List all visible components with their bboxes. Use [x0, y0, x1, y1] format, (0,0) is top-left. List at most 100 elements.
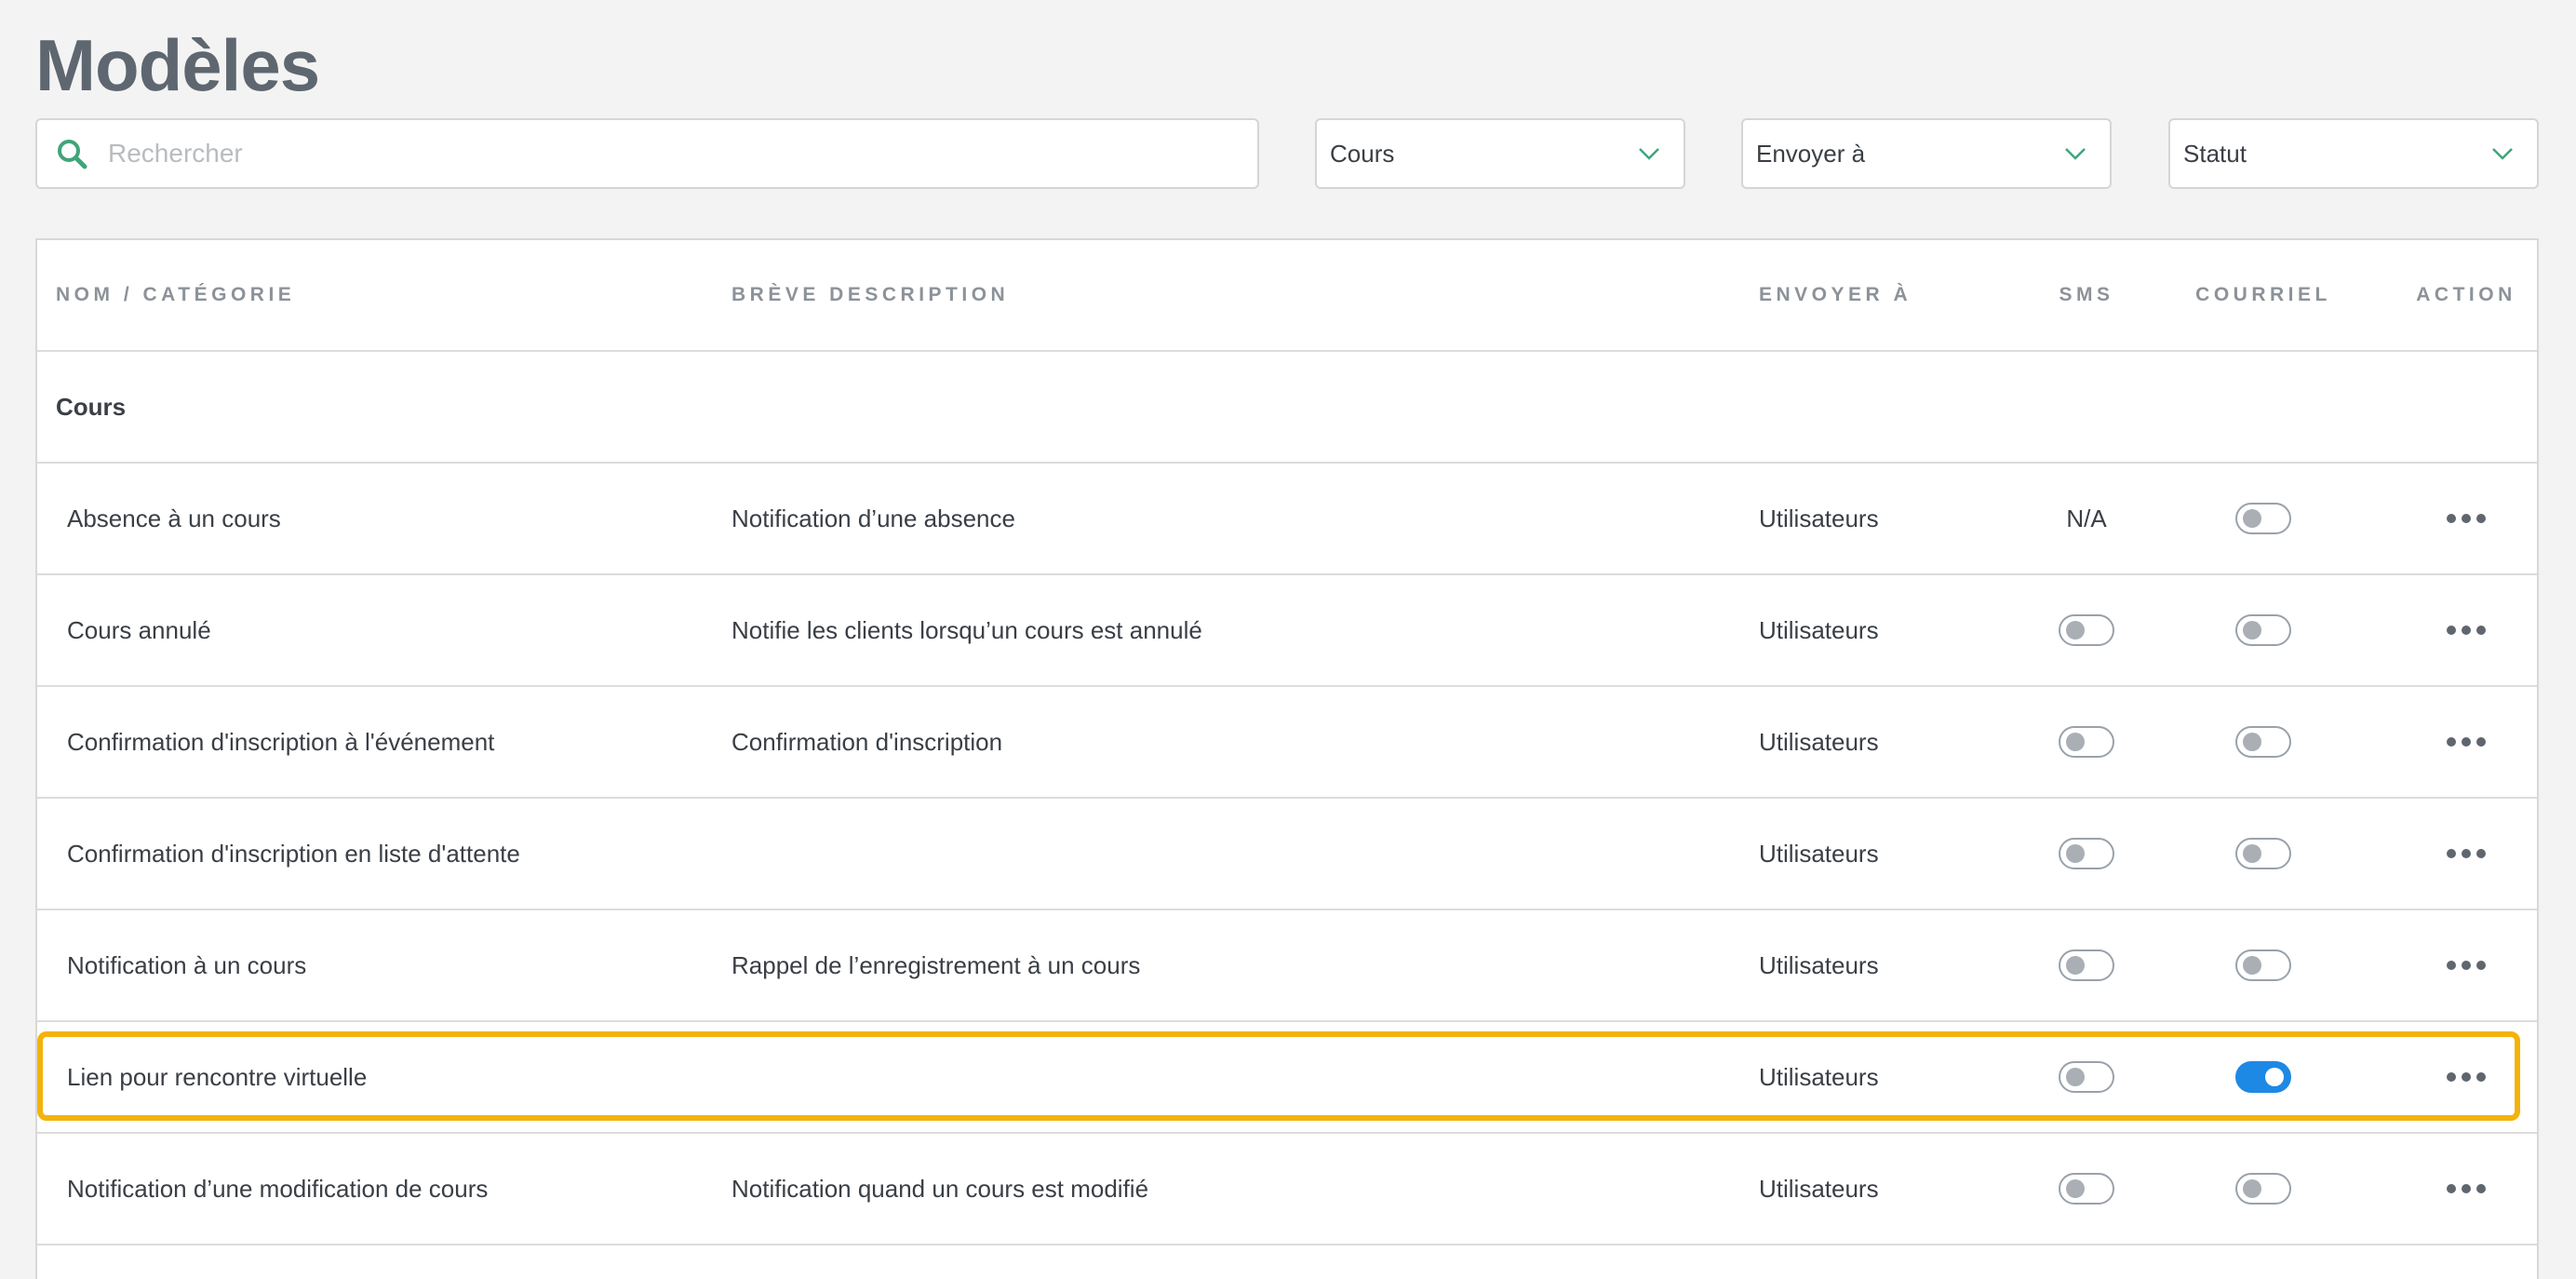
row-sms [2019, 799, 2153, 909]
row-description: Rappel de l’enregistrement à un cours [731, 950, 1141, 979]
table-row[interactable]: Notification d’une modification de cours… [37, 1134, 2537, 1245]
header-send-to[interactable]: ENVOYER À [1759, 240, 1912, 350]
dot [2476, 1184, 2486, 1193]
row-name[interactable]: Notification d’une modification de cours [67, 1134, 488, 1244]
table-row[interactable]: Lien pour rencontre virtuelle Utilisateur… [37, 1022, 2537, 1134]
dot [2447, 737, 2456, 747]
toggle-knob [2243, 956, 2261, 975]
email-toggle[interactable] [2235, 1061, 2291, 1093]
search-icon [56, 138, 87, 169]
row-action [2392, 464, 2541, 573]
row-description: Confirmation d'inscription [731, 727, 1003, 756]
more-options-icon[interactable] [2439, 841, 2493, 866]
status-select[interactable]: Statut [2168, 118, 2539, 189]
row-sms [2019, 575, 2153, 685]
email-toggle[interactable] [2235, 1173, 2291, 1205]
row-send-to: Utilisateurs [1759, 839, 1879, 868]
row-send-to: Utilisateurs [1759, 727, 1879, 756]
dot [2462, 849, 2471, 858]
dot [2476, 1072, 2486, 1082]
row-description: Notification quand un cours est modifié [731, 1174, 1149, 1203]
templates-table: NOM / CATÉGORIE BRÈVE DESCRIPTION ENVOYE… [35, 238, 2539, 1279]
dot [2476, 737, 2486, 747]
row-sms [2019, 910, 2153, 1020]
row-action [2392, 910, 2541, 1020]
header-description[interactable]: BRÈVE DESCRIPTION [731, 240, 1009, 350]
search-box[interactable] [35, 118, 1259, 189]
toggle-knob [2243, 621, 2261, 640]
row-action [2392, 1134, 2541, 1244]
row-name[interactable]: Confirmation d'inscription à l'événement [67, 687, 494, 797]
category-row: Cours [37, 352, 2537, 464]
chevron-down-icon [2490, 146, 2515, 161]
more-options-icon[interactable] [2439, 953, 2493, 977]
row-action [2392, 799, 2541, 909]
row-send-to: Utilisateurs [1759, 504, 1879, 532]
more-options-icon[interactable] [2439, 506, 2493, 531]
table-row[interactable]: Cours annulé Notifie les clients lorsqu’u… [37, 575, 2537, 687]
dot [2447, 961, 2456, 970]
dot [2462, 626, 2471, 635]
table-row[interactable]: Confirmation d'inscription à l'événement… [37, 687, 2537, 799]
more-options-icon[interactable] [2439, 1177, 2493, 1201]
search-input[interactable] [108, 126, 1225, 182]
row-name[interactable]: Absence à un cours [67, 464, 281, 573]
header-name[interactable]: NOM / CATÉGORIE [56, 240, 295, 350]
table-header: NOM / CATÉGORIE BRÈVE DESCRIPTION ENVOYE… [37, 240, 2537, 352]
row-name[interactable]: Lien pour rencontre virtuelle [67, 1022, 367, 1132]
more-options-icon[interactable] [2439, 1065, 2493, 1089]
more-options-icon[interactable] [2439, 730, 2493, 754]
status-select-value: Statut [2183, 139, 2247, 168]
category-label: Cours [56, 392, 127, 421]
email-toggle[interactable] [2235, 726, 2291, 758]
sms-toggle[interactable] [2059, 1173, 2114, 1205]
row-description: Notification d’une absence [731, 504, 1015, 532]
toggle-knob [2066, 733, 2085, 751]
dot [2447, 849, 2456, 858]
row-sms [2019, 1134, 2153, 1244]
toggle-knob [2243, 844, 2261, 863]
table-row[interactable]: Absence à un cours Notification d’une abs… [37, 464, 2537, 575]
table-row[interactable]: Confirmation d'inscription en liste d'at… [37, 799, 2537, 910]
sms-toggle[interactable] [2059, 1061, 2114, 1093]
row-sms: N/A [2019, 464, 2153, 573]
chevron-down-icon [1637, 146, 1661, 161]
toggle-knob [2265, 1068, 2284, 1086]
more-options-icon[interactable] [2439, 618, 2493, 642]
sms-toggle[interactable] [2059, 838, 2114, 869]
dot [2447, 1184, 2456, 1193]
email-toggle[interactable] [2235, 503, 2291, 534]
toggle-knob [2066, 621, 2085, 640]
send-to-select[interactable]: Envoyer à [1741, 118, 2112, 189]
header-action: ACTION [2416, 284, 2516, 305]
header-email[interactable]: COURRIEL [2195, 240, 2330, 350]
row-email [2196, 1134, 2330, 1244]
row-sms [2019, 1022, 2153, 1132]
table-row[interactable]: Notification à un cours Rappel de l’enreg… [37, 910, 2537, 1022]
category-select[interactable]: Cours [1315, 118, 1685, 189]
dot [2462, 514, 2471, 523]
email-toggle[interactable] [2235, 614, 2291, 646]
row-email [2196, 464, 2330, 573]
dot [2476, 514, 2486, 523]
sms-toggle[interactable] [2059, 614, 2114, 646]
email-toggle[interactable] [2235, 949, 2291, 981]
row-name[interactable]: Notification à un cours [67, 910, 306, 1020]
sms-toggle[interactable] [2059, 726, 2114, 758]
toggle-knob [2066, 1179, 2085, 1198]
row-name[interactable]: Confirmation d'inscription en liste d'at… [67, 799, 520, 909]
row-description: Notifie les clients lorsqu’un cours est … [731, 615, 1202, 644]
sms-na-text: N/A [2066, 504, 2107, 532]
row-name[interactable]: Cours annulé [67, 575, 211, 685]
header-sms[interactable]: SMS [2019, 240, 2153, 350]
row-action [2392, 575, 2541, 685]
row-email [2196, 799, 2330, 909]
dot [2447, 1072, 2456, 1082]
toggle-knob [2243, 509, 2261, 528]
row-email [2196, 910, 2330, 1020]
dot [2447, 514, 2456, 523]
row-send-to: Utilisateurs [1759, 950, 1879, 979]
email-toggle[interactable] [2235, 838, 2291, 869]
sms-toggle[interactable] [2059, 949, 2114, 981]
dot [2447, 626, 2456, 635]
